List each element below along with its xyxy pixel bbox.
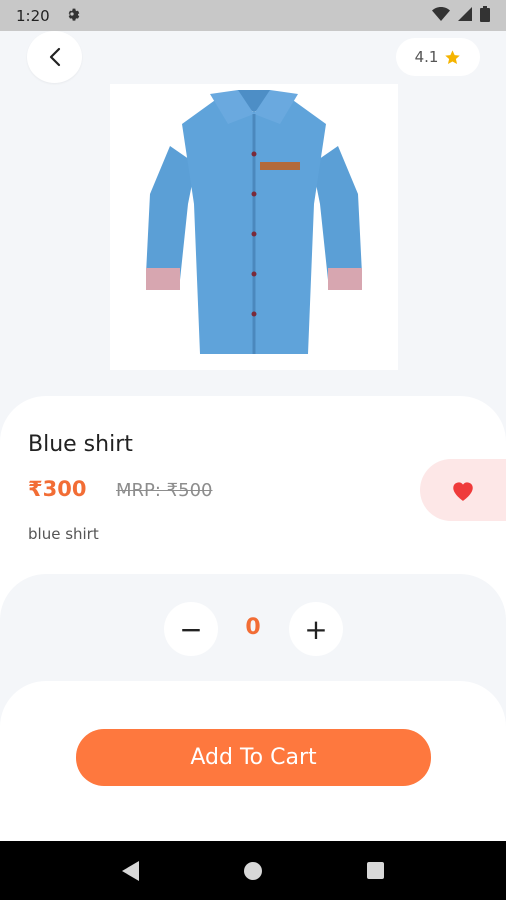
product-image — [110, 84, 398, 370]
rating-value: 4.1 — [414, 48, 439, 66]
product-description: blue shirt — [28, 525, 99, 543]
status-time: 1:20 — [16, 6, 50, 25]
increase-quantity-button[interactable]: + — [289, 602, 343, 656]
chevron-left-icon — [49, 47, 60, 67]
nav-recents-icon[interactable] — [366, 862, 384, 879]
product-price: ₹300 — [28, 477, 87, 501]
back-button[interactable] — [27, 31, 82, 83]
nav-home-icon[interactable] — [243, 861, 262, 880]
settings-icon — [64, 6, 80, 26]
heart-icon — [453, 482, 473, 501]
product-mrp: MRP: ₹500 — [116, 480, 213, 501]
signal-icon — [458, 6, 472, 25]
battery-icon — [480, 5, 490, 26]
nav-back-icon[interactable] — [122, 860, 140, 881]
decrease-quantity-button[interactable]: − — [164, 602, 218, 656]
quantity-value: 0 — [245, 615, 261, 640]
star-icon — [445, 49, 461, 64]
status-bar: 1:20 — [0, 0, 506, 31]
system-nav-bar — [0, 841, 506, 900]
rating-badge: 4.1 — [396, 38, 480, 76]
product-name: Blue shirt — [28, 432, 133, 457]
favorite-button[interactable] — [420, 459, 506, 521]
wifi-icon — [432, 6, 450, 25]
add-to-cart-button[interactable]: Add To Cart — [76, 729, 431, 786]
